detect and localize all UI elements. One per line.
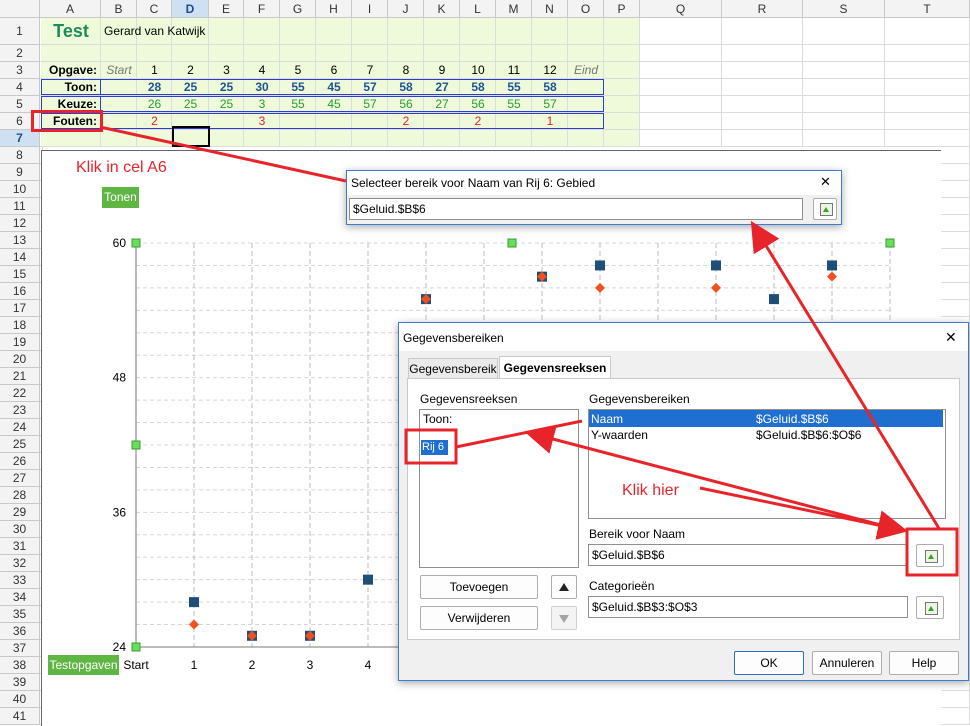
arrow-to-range-dialog bbox=[750, 220, 942, 531]
arrow-to-rij6 bbox=[524, 424, 901, 532]
annotation-click-here: Klik hier bbox=[622, 482, 679, 499]
annotation-click-a6: Klik in cel A6 bbox=[76, 159, 167, 176]
arrow-click-here bbox=[699, 486, 908, 540]
highlight-select-button bbox=[905, 527, 959, 577]
highlight-rij6 bbox=[404, 428, 458, 465]
annotation-overlay bbox=[99, 125, 959, 577]
